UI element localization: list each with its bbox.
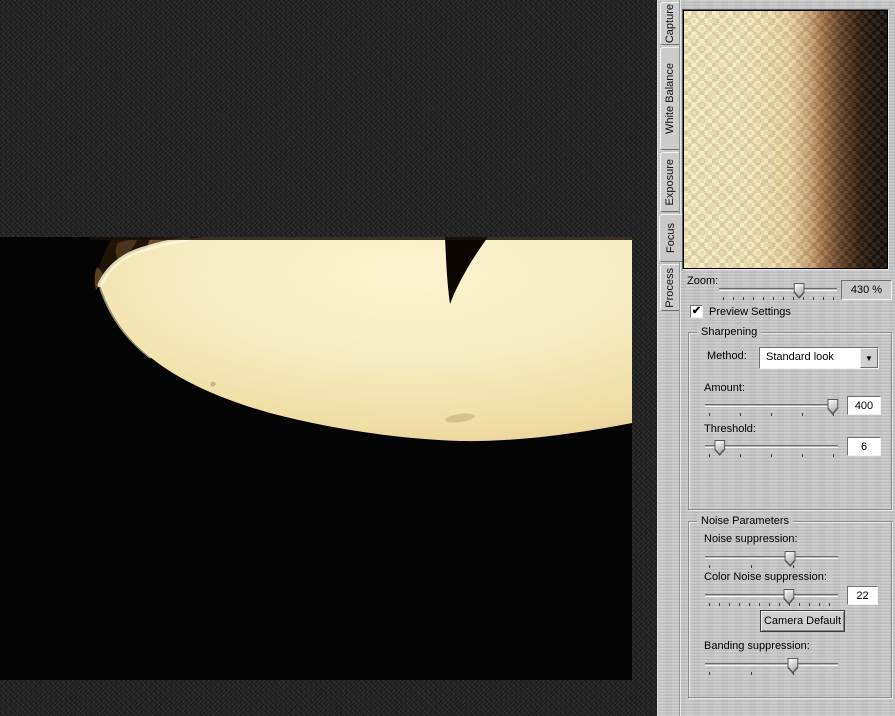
raw-editor-window: Capture White Balance Exposure Focus Pro… xyxy=(0,0,895,716)
threshold-slider[interactable] xyxy=(705,440,838,457)
threshold-value-field[interactable]: 6 xyxy=(847,437,881,456)
method-dropdown-value: Standard look xyxy=(766,351,834,363)
image-workspace xyxy=(0,0,657,716)
noise-suppression-slider[interactable] xyxy=(705,551,838,568)
amount-slider-ticks xyxy=(709,413,835,416)
noise-parameters-group-title: Noise Parameters xyxy=(697,515,794,527)
amount-slider-track xyxy=(705,404,838,407)
method-dropdown-button[interactable]: ▼ xyxy=(860,348,878,368)
banding-suppression-slider[interactable] xyxy=(705,658,838,675)
tab-exposure[interactable]: Exposure xyxy=(660,152,679,212)
tab-focus[interactable]: Focus xyxy=(659,214,682,262)
photo-canvas[interactable] xyxy=(0,237,632,680)
amount-label: Amount: xyxy=(704,382,745,394)
tab-focus-label: Focus xyxy=(665,223,677,253)
sharpening-group: Sharpening Method: Standard look ▼ Amoun… xyxy=(688,326,892,510)
color-noise-slider-ticks xyxy=(709,603,835,606)
method-label: Method: xyxy=(707,350,747,362)
tab-process[interactable]: Process xyxy=(660,264,679,311)
zoom-slider-track xyxy=(719,288,837,291)
amount-value-field[interactable]: 400 xyxy=(847,396,881,415)
panel-tab-strip: Capture White Balance Exposure Focus Pro… xyxy=(658,0,682,716)
preview-settings-checkbox[interactable]: ✔ xyxy=(690,305,703,318)
tab-exposure-label: Exposure xyxy=(664,158,676,206)
threshold-label: Threshold: xyxy=(704,423,756,435)
checkmark-icon: ✔ xyxy=(691,305,702,317)
noise-suppression-slider-ticks xyxy=(709,565,835,568)
color-noise-suppression-label: Color Noise suppression: xyxy=(704,571,827,583)
banding-slider-ticks xyxy=(709,672,835,675)
zoom-label: Zoom: xyxy=(687,275,719,287)
banding-suppression-label: Banding suppression: xyxy=(704,640,810,652)
color-noise-suppression-slider[interactable] xyxy=(705,589,838,606)
banding-slider-track xyxy=(705,663,838,666)
sharpening-group-title: Sharpening xyxy=(697,326,762,338)
noise-suppression-label: Noise suppression: xyxy=(704,533,798,545)
tab-strip-edge xyxy=(679,0,681,716)
tab-process-label: Process xyxy=(664,267,676,308)
color-noise-value-field[interactable]: 22 xyxy=(847,586,878,605)
tool-panel: Capture White Balance Exposure Focus Pro… xyxy=(657,0,895,716)
chevron-down-icon: ▼ xyxy=(865,353,873,363)
tab-white-balance-label: White Balance xyxy=(664,63,676,134)
preview-settings-label[interactable]: Preview Settings xyxy=(709,306,791,318)
tab-capture-label: Capture xyxy=(664,3,676,44)
method-dropdown[interactable]: Standard look ▼ xyxy=(759,347,879,369)
zoom-slider-ticks xyxy=(723,297,834,300)
lamp-photo xyxy=(0,237,632,680)
noise-parameters-group: Noise Parameters Noise suppression: Colo… xyxy=(688,515,892,698)
amount-slider[interactable] xyxy=(705,399,839,416)
zoom-value: 430 % xyxy=(841,280,892,300)
threshold-slider-ticks xyxy=(709,454,835,457)
camera-default-button[interactable]: Camera Default xyxy=(760,610,845,632)
color-noise-slider-track xyxy=(705,594,838,597)
zoom-slider[interactable] xyxy=(719,283,837,300)
zoom-preview-pane[interactable] xyxy=(682,9,889,270)
tab-white-balance[interactable]: White Balance xyxy=(660,47,679,150)
tab-capture[interactable]: Capture xyxy=(660,2,679,45)
zoom-preview-image xyxy=(684,11,887,268)
noise-suppression-slider-track xyxy=(705,556,838,559)
